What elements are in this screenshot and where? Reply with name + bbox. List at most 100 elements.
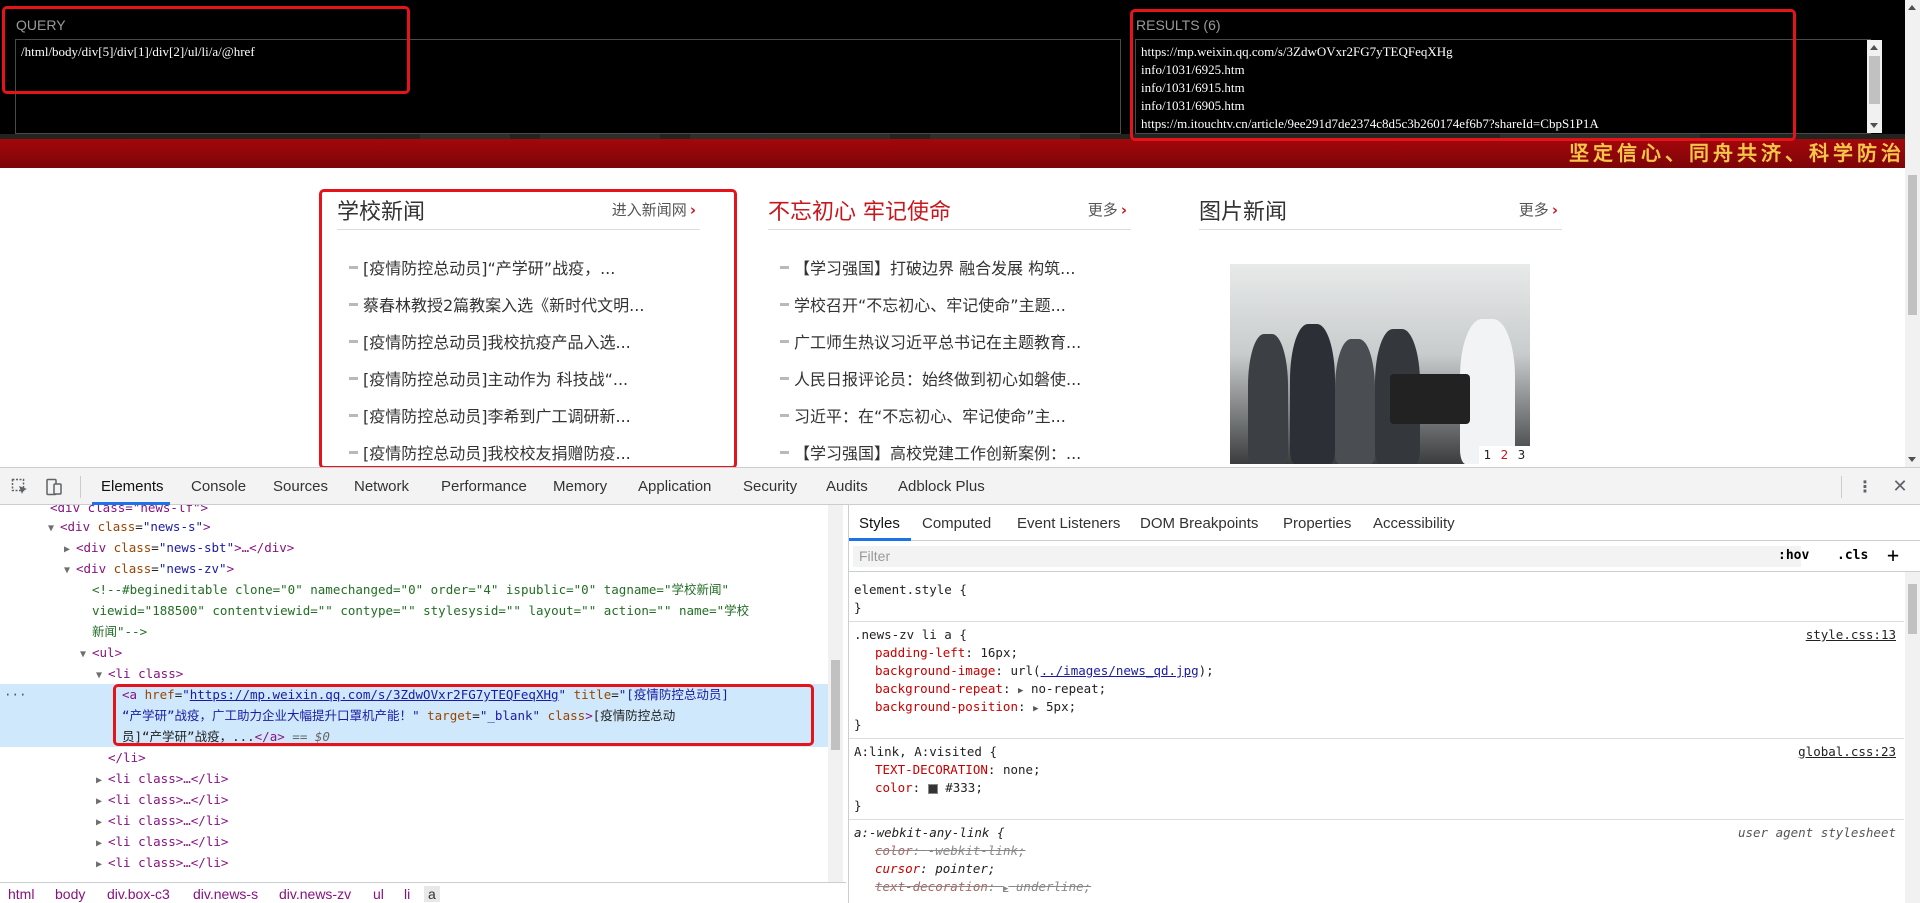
cls-toggle[interactable]: .cls — [1837, 548, 1868, 563]
elements-scrollbar[interactable] — [828, 505, 843, 882]
styles-scroll-thumb[interactable] — [1908, 584, 1917, 634]
dom-node[interactable]: ▼ <ul> — [80, 642, 122, 663]
list-item[interactable]: 蔡春林教授2篇教案入选《新时代文明... — [349, 292, 644, 329]
dom-node[interactable]: ▼ <li class> — [96, 663, 183, 684]
tab-console[interactable]: Console — [191, 478, 246, 495]
tab-dom-breakpoints[interactable]: DOM Breakpoints — [1140, 515, 1258, 532]
pager-1[interactable]: 1 — [1479, 446, 1496, 464]
style-declaration[interactable]: text-decoration: ▶ underline; — [875, 878, 1091, 896]
list-item[interactable]: 广工师生热议习近平总书记在主题教育... — [780, 329, 1081, 366]
page-scrollbar[interactable] — [1905, 0, 1920, 467]
dom-node[interactable]: ▼ <div class="news-zv"> — [64, 558, 234, 579]
close-icon[interactable]: ✕ — [1891, 478, 1909, 496]
dom-node[interactable]: ▶ <li class>…</li> — [96, 768, 228, 789]
breadcrumb-item[interactable]: div.news-zv — [279, 886, 351, 902]
color-swatch[interactable] — [927, 783, 938, 794]
list-item[interactable]: [疫情防控总动员]我校抗疫产品入选... — [349, 329, 644, 366]
query-input[interactable]: /html/body/div[5]/div[1]/div[2]/ul/li/a/… — [15, 39, 1121, 134]
breadcrumb-item[interactable]: div.news-s — [193, 886, 258, 902]
style-selector[interactable]: a:-webkit-any-link { — [854, 824, 1005, 842]
href-link[interactable]: https://mp.weixin.qq.com/s/3ZdwOVxr2FG7y… — [190, 687, 559, 702]
list-item[interactable]: [疫情防控总动员]李希到广工调研新... — [349, 403, 644, 440]
list-item[interactable]: [疫情防控总动员]“产学研”战疫，... — [349, 255, 644, 292]
style-declaration[interactable]: cursor: pointer; — [875, 860, 995, 878]
tab-audits[interactable]: Audits — [826, 478, 868, 495]
style-selector[interactable]: element.style { — [854, 581, 967, 599]
more-options-icon[interactable]: ⋮ — [1856, 478, 1874, 496]
stylesheet-link[interactable]: style.css:13 — [1806, 626, 1896, 644]
tab-performance[interactable]: Performance — [441, 478, 527, 495]
expanded-triangle-icon[interactable]: ▼ — [64, 560, 76, 581]
tab-styles[interactable]: Styles — [859, 515, 900, 532]
dom-comment[interactable]: <!--#begineditable clone="0" namechanged… — [92, 579, 729, 600]
list-item[interactable]: 【学习强国】打破边界 融合发展 构筑... — [780, 255, 1081, 292]
tab-network[interactable]: Network — [354, 478, 409, 495]
dom-node[interactable]: ▶ <li class>…</li> — [96, 810, 228, 831]
tab-properties[interactable]: Properties — [1283, 515, 1351, 532]
photo-news-image[interactable]: 1 2 3 — [1230, 264, 1530, 464]
tab-computed[interactable]: Computed — [922, 515, 991, 532]
list-item[interactable]: 习近平：在“不忘初心、牢记使命”主... — [780, 403, 1081, 440]
breadcrumb-item[interactable]: html — [8, 886, 34, 902]
results-scroll-thumb[interactable] — [1869, 56, 1880, 104]
list-item[interactable]: 学校召开“不忘初心、牢记使命”主题... — [780, 292, 1081, 329]
hov-toggle[interactable]: :hov — [1778, 548, 1809, 563]
results-box[interactable]: https://mp.weixin.qq.com/s/3ZdwOVxr2FG7y… — [1135, 39, 1871, 134]
list-item[interactable]: 【学习强国】高校党建工作创新案例：... — [780, 440, 1081, 467]
more-link[interactable]: 更多 › — [1088, 199, 1127, 220]
style-declaration[interactable]: TEXT-DECORATION: none; — [875, 761, 1041, 779]
more-link[interactable]: 更多 › — [1519, 199, 1558, 220]
dom-node[interactable]: </li> — [108, 747, 146, 768]
selected-dom-node[interactable]: ··· <a href="https://mp.weixin.qq.com/s/… — [0, 684, 828, 747]
tab-application[interactable]: Application — [638, 478, 711, 495]
expand-triangle-icon[interactable]: ▶ — [1018, 686, 1023, 696]
style-declaration[interactable]: color: #333; — [875, 779, 983, 797]
breadcrumb-item[interactable]: li — [404, 886, 410, 902]
style-declaration[interactable]: background-repeat: ▶ no-repeat; — [875, 680, 1106, 698]
style-selector[interactable]: .news-zv li a { — [854, 626, 967, 644]
breadcrumb-item[interactable]: ul — [373, 886, 384, 902]
breadcrumb-item[interactable]: div.box-c3 — [107, 886, 170, 902]
tab-elements[interactable]: Elements — [101, 478, 164, 495]
expanded-triangle-icon[interactable]: ▼ — [48, 518, 60, 539]
page-scroll-thumb[interactable] — [1908, 175, 1917, 315]
tab-accessibility[interactable]: Accessibility — [1373, 515, 1455, 532]
filter-input[interactable]: Filter — [853, 546, 1801, 567]
tab-sources[interactable]: Sources — [273, 478, 328, 495]
list-item[interactable]: [疫情防控总动员]我校校友捐赠防疫... — [349, 440, 644, 467]
style-declaration[interactable]: background-image: url(../images/news_qd.… — [875, 662, 1214, 680]
dom-node[interactable]: ▶ <li class>…</li> — [96, 852, 228, 873]
inspect-element-icon[interactable] — [11, 478, 29, 496]
stylesheet-link[interactable]: global.css:23 — [1798, 743, 1896, 761]
more-link[interactable]: 进入新闻网 › — [612, 199, 696, 220]
dom-node[interactable]: ▶ <li class>…</li> — [96, 831, 228, 852]
pager-3[interactable]: 3 — [1513, 446, 1530, 464]
tab-memory[interactable]: Memory — [553, 478, 607, 495]
pager-2[interactable]: 2 — [1496, 446, 1513, 464]
breadcrumb-item-active[interactable]: a — [424, 886, 440, 902]
results-scrollbar[interactable] — [1867, 40, 1882, 133]
list-item[interactable]: 人民日报评论员：始终做到初心如磐使... — [780, 366, 1081, 403]
styles-scrollbar[interactable] — [1905, 572, 1920, 903]
list-item[interactable]: [疫情防控总动员]主动作为 科技战“... — [349, 366, 644, 403]
device-toolbar-icon[interactable] — [45, 478, 63, 496]
add-rule-icon[interactable]: + — [1887, 543, 1899, 567]
tab-security[interactable]: Security — [743, 478, 797, 495]
breadcrumb-item[interactable]: body — [55, 886, 85, 902]
expand-triangle-icon[interactable]: ▶ — [1033, 704, 1038, 714]
tab-event-listeners[interactable]: Event Listeners — [1017, 515, 1120, 532]
style-selector[interactable]: A:link, A:visited { — [854, 743, 997, 761]
dom-node[interactable]: ▶ <li class>…</li> — [96, 789, 228, 810]
elements-scroll-thumb[interactable] — [831, 660, 840, 750]
dom-node[interactable]: ▼ <div class="news-s"> — [48, 516, 211, 537]
image-url-link[interactable]: ../images/news_qd.jpg — [1041, 663, 1199, 678]
style-declaration[interactable]: background-position: ▶ 5px; — [875, 698, 1076, 716]
tab-adblock-plus[interactable]: Adblock Plus — [898, 478, 985, 495]
expanded-triangle-icon[interactable]: ▼ — [96, 665, 108, 686]
style-declaration[interactable]: padding-left: 16px; — [875, 644, 1018, 662]
bullet-icon — [349, 340, 358, 343]
collapsed-triangle-icon[interactable]: ▶ — [64, 539, 76, 560]
expanded-triangle-icon[interactable]: ▼ — [80, 644, 92, 665]
dom-node[interactable]: ▶ <div class="news-sbt">…</div> — [64, 537, 294, 558]
style-declaration[interactable]: color: -webkit-link; — [875, 842, 1026, 860]
